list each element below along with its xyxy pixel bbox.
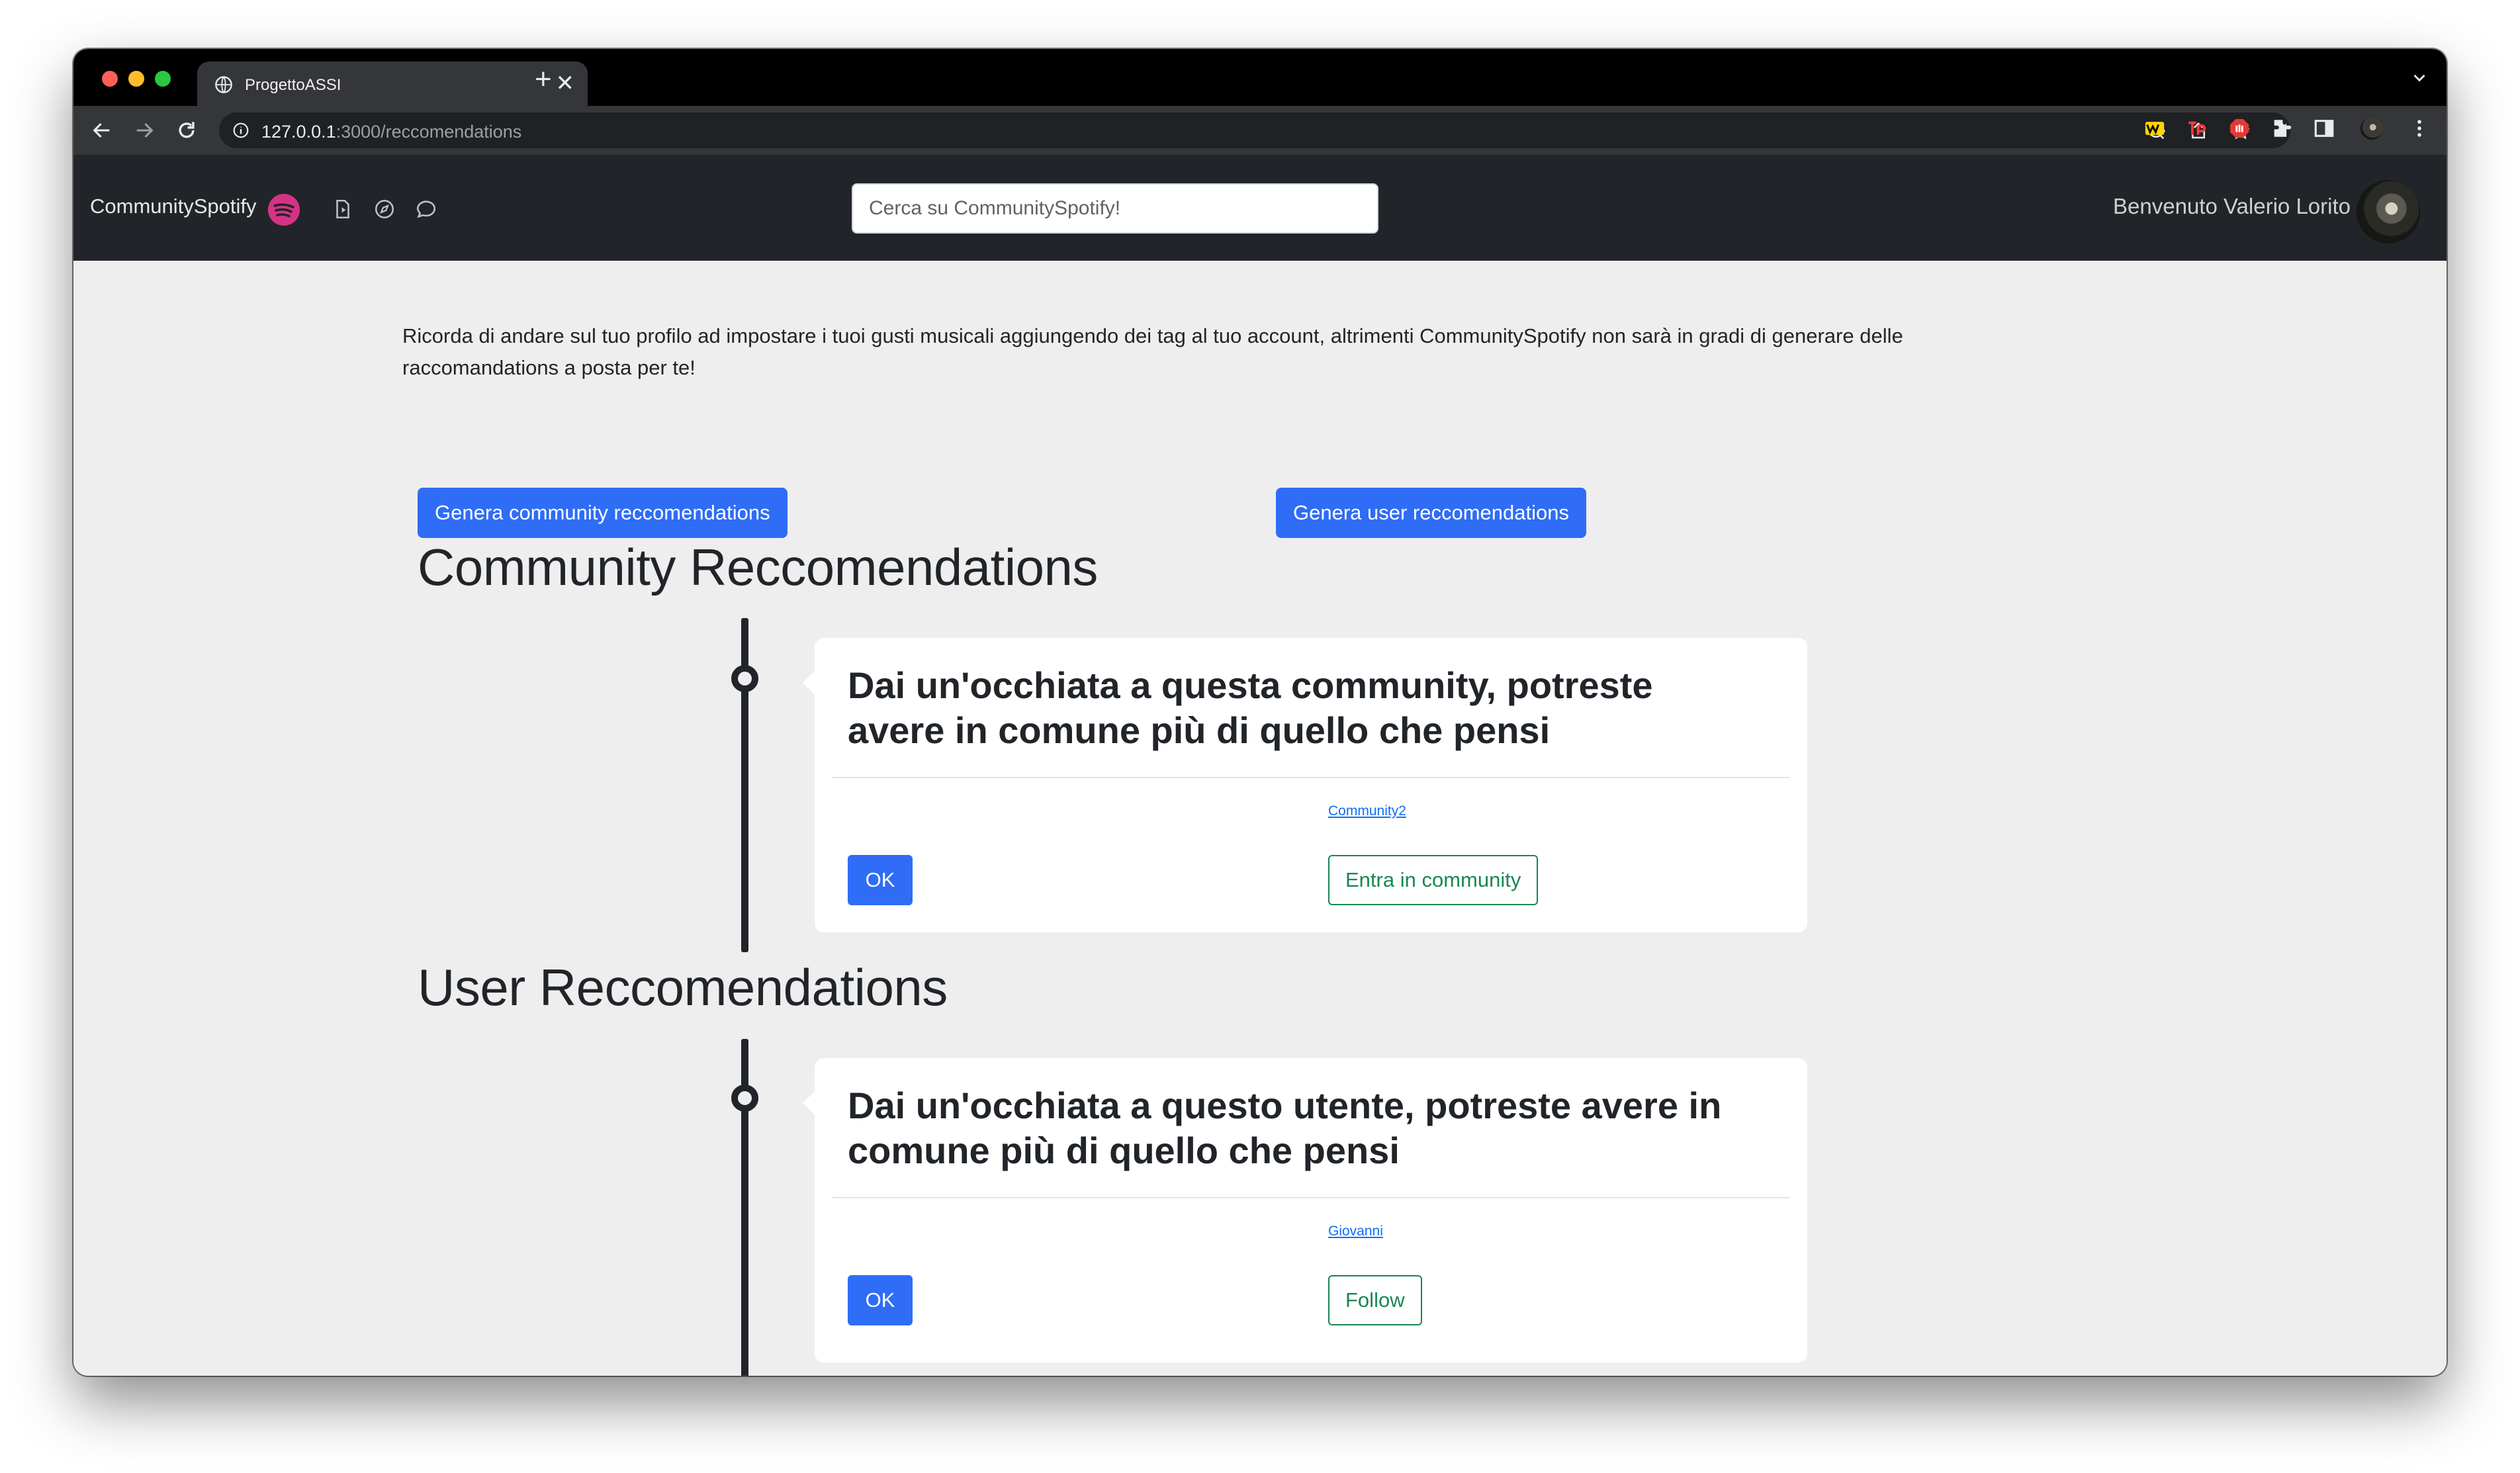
spotify-logo-icon xyxy=(268,194,300,226)
generate-user-button[interactable]: Genera user reccomendations xyxy=(1276,488,1587,538)
profile-avatar-icon[interactable] xyxy=(2361,117,2383,140)
back-arrow-icon[interactable] xyxy=(91,119,113,142)
extension-tp-icon[interactable] xyxy=(2186,117,2208,140)
user-avatar[interactable] xyxy=(2357,180,2420,244)
timeline-dot xyxy=(731,665,758,692)
card-divider xyxy=(832,1197,1790,1198)
address-bar[interactable]: 127.0.0.1:3000/reccomendations xyxy=(219,112,2290,148)
community-recommendation-card: Dai un'occhiata a questa community, potr… xyxy=(803,638,1807,932)
site-info-icon[interactable] xyxy=(232,122,249,139)
follow-button[interactable]: Follow xyxy=(1328,1275,1422,1325)
browser-tab[interactable]: ProgettoASSI ✕ xyxy=(197,62,588,106)
globe-icon xyxy=(215,76,232,93)
community-link[interactable]: Community2 xyxy=(1328,803,1406,819)
compass-icon[interactable] xyxy=(373,198,396,220)
more-options-icon[interactable] xyxy=(2408,117,2431,140)
card-heading: Dai un'occhiata a questa community, potr… xyxy=(848,664,1653,751)
timeline-dot xyxy=(731,1085,758,1112)
reload-icon[interactable] xyxy=(175,119,198,142)
page-content: Ricorda di andare sul tuo profilo ad imp… xyxy=(73,261,2447,1376)
music-file-icon[interactable] xyxy=(332,198,354,220)
app-navbar: CommunitySpotify Benvenuto Valerio Lorit… xyxy=(73,155,2447,261)
zoom-window-button[interactable] xyxy=(155,71,171,87)
minimize-window-button[interactable] xyxy=(128,71,144,87)
search-input[interactable] xyxy=(852,183,1378,234)
community-section-title: Community Reccomendations xyxy=(418,538,1098,596)
card-heading: Dai un'occhiata a questo utente, potrest… xyxy=(848,1085,1722,1171)
tab-strip: ProgettoASSI ✕ + xyxy=(73,49,2447,106)
generate-community-button[interactable]: Genera community reccomendations xyxy=(418,488,788,538)
close-tab-icon[interactable]: ✕ xyxy=(556,72,575,95)
welcome-text: Benvenuto Valerio Lorito xyxy=(2113,194,2351,218)
user-section-title: User Reccomendations xyxy=(418,958,948,1016)
adblock-icon[interactable] xyxy=(2228,117,2251,140)
tab-title: ProgettoASSI xyxy=(245,76,341,94)
forward-arrow-icon[interactable] xyxy=(133,119,156,142)
card-divider xyxy=(832,777,1790,778)
extension-w-icon[interactable] xyxy=(2143,117,2166,140)
url-path: :3000/reccomendations xyxy=(336,122,522,142)
close-window-button[interactable] xyxy=(102,71,118,87)
url-host: 127.0.0.1 xyxy=(261,122,336,142)
join-community-button[interactable]: Entra in community xyxy=(1328,855,1539,905)
ok-button[interactable]: OK xyxy=(848,855,913,905)
chat-icon[interactable] xyxy=(415,198,437,220)
new-tab-button[interactable]: + xyxy=(535,65,552,94)
chevron-down-icon[interactable] xyxy=(2409,69,2429,86)
url-text: 127.0.0.1:3000/reccomendations xyxy=(261,122,521,142)
ok-button[interactable]: OK xyxy=(848,1275,913,1325)
browser-toolbar: 127.0.0.1:3000/reccomendations xyxy=(73,106,2447,155)
user-link[interactable]: Giovanni xyxy=(1328,1224,1383,1239)
puzzle-extensions-icon[interactable] xyxy=(2271,117,2293,140)
tags-notice: Ricorda di andare sul tuo profilo ad imp… xyxy=(402,324,1903,379)
browser-window: ProgettoASSI ✕ + 127.0.0.1:3000/reccomen… xyxy=(73,49,2447,1376)
user-recommendation-card: Dai un'occhiata a questo utente, potrest… xyxy=(803,1058,1807,1362)
brand-name[interactable]: CommunitySpotify xyxy=(90,195,257,218)
side-panel-icon[interactable] xyxy=(2313,117,2335,140)
